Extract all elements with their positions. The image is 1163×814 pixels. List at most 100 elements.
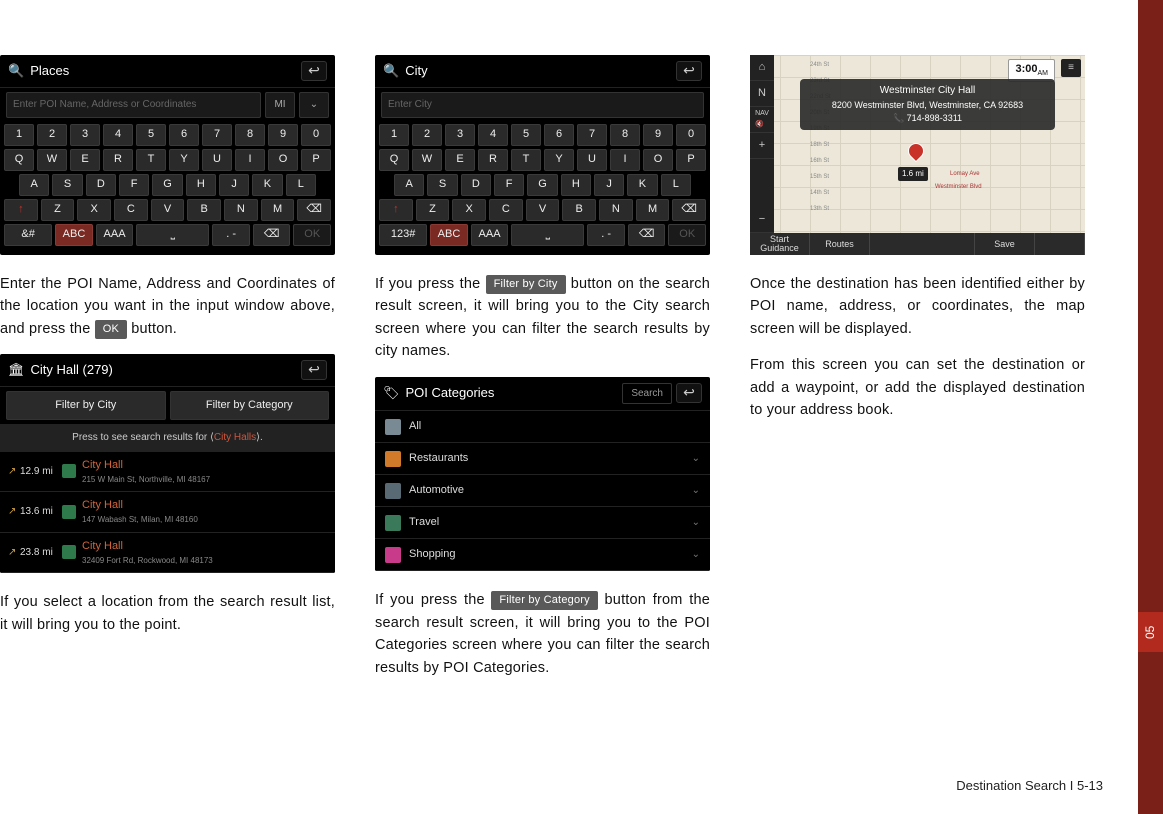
category-row: Automotive ⌄ [375, 475, 710, 507]
cats-title: POI Categories [406, 383, 623, 403]
chevron-down-icon: ⌄ [692, 547, 700, 563]
keyboard-key: R [103, 149, 133, 171]
poi-pin-icon [62, 464, 76, 478]
back-icon: ↩ [676, 383, 702, 403]
keyboard-key: ABC [55, 224, 93, 246]
keyboard-key: 3 [445, 124, 475, 146]
keyboard-key: AAA [471, 224, 509, 246]
result-address: 32409 Fort Rd, Rockwood, MI 48173 [82, 555, 327, 567]
para-set-destination: From this screen you can set the destina… [750, 354, 1085, 421]
keyboard-key: I [610, 149, 640, 171]
keyboard-key: 4 [103, 124, 133, 146]
dropdown-icon: ⌄ [299, 92, 329, 118]
keyboard-key: ⎵ [511, 224, 584, 246]
keyboard-key: 0 [301, 124, 331, 146]
keyboard-key: T [136, 149, 166, 171]
para-map-displayed: Once the destination has been identified… [750, 273, 1085, 340]
search-result-row: ↗ 12.9 mi City Hall 215 W Main St, North… [0, 452, 335, 492]
keyboard-key: H [561, 174, 591, 196]
zoom-in-icon: + [750, 133, 774, 159]
category-row: Travel ⌄ [375, 507, 710, 539]
filter-by-category-inline: Filter by Category [491, 591, 597, 610]
keyboard-key: B [562, 199, 596, 221]
search-icon: 🔍 [383, 61, 399, 81]
keyboard-key: O [268, 149, 298, 171]
keyboard-key: 1 [379, 124, 409, 146]
keyboard-key: 9 [268, 124, 298, 146]
street-label: 15th St [810, 173, 829, 182]
keyboard-key: X [452, 199, 486, 221]
units-selector: MI [265, 92, 295, 118]
keyboard-key: O [643, 149, 673, 171]
keyboard-key: . - [212, 224, 250, 246]
result-address: 215 W Main St, Northville, MI 48167 [82, 474, 327, 486]
save-button: Save [975, 233, 1035, 255]
map-destination-popup: Westminster City Hall 8200 Westminster B… [800, 79, 1055, 130]
category-row: Restaurants ⌄ [375, 443, 710, 475]
keyboard-key: U [202, 149, 232, 171]
keyboard-key: G [152, 174, 182, 196]
poi-pin-icon [62, 545, 76, 559]
map-screenshot: 24th St23rd St22nd St20th St19th St18th … [750, 55, 1085, 255]
chevron-down-icon: ⌄ [692, 451, 700, 467]
keyboard-key: 4 [478, 124, 508, 146]
direction-icon: ↗ [8, 464, 20, 480]
chevron-down-icon: ⌄ [692, 483, 700, 499]
keyboard-key: L [286, 174, 316, 196]
keyboard-key: E [445, 149, 475, 171]
keyboard-key: &# [4, 224, 52, 246]
keyboard-key: H [186, 174, 216, 196]
map-sidebar: ⌂ N NAV🔇 + − [750, 55, 774, 233]
page-footer: Destination Search I 5-13 [956, 776, 1103, 796]
keyboard-key: W [412, 149, 442, 171]
para-filter-by-city: If you press the Filter by City button o… [375, 273, 710, 363]
keyboard-key: X [77, 199, 111, 221]
keyboard-key: 5 [136, 124, 166, 146]
result-distance: 13.6 mi [20, 504, 62, 520]
keyboard-key: K [252, 174, 282, 196]
keyboard-key: V [151, 199, 185, 221]
poi-pin-icon [62, 505, 76, 519]
category-row: Shopping ⌄ [375, 539, 710, 571]
keyboard-key: V [526, 199, 560, 221]
keyboard-key: R [478, 149, 508, 171]
city-title: City [405, 61, 676, 81]
places-input: Enter POI Name, Address or Coordinates [6, 92, 261, 118]
keyboard-key: AAA [96, 224, 134, 246]
category-icon [385, 483, 401, 499]
direction-icon: ↗ [8, 504, 20, 520]
keyboard-key: M [261, 199, 295, 221]
para-filter-by-category: If you press the Filter by Category butt… [375, 589, 710, 679]
direction-icon: ↗ [8, 545, 20, 561]
nav-icon: NAV🔇 [750, 107, 774, 133]
keyboard-key: U [577, 149, 607, 171]
keyboard-key: 7 [577, 124, 607, 146]
search-icon: 🔍 [8, 61, 24, 81]
result-distance: 12.9 mi [20, 464, 62, 480]
keyboard-key: ↑ [4, 199, 38, 221]
keyboard-key: C [114, 199, 148, 221]
back-icon: ↩ [301, 360, 327, 380]
map-bottom-bar: Start Guidance Routes Save [750, 233, 1085, 255]
city-input: Enter City [381, 92, 704, 118]
result-name: City Hall [82, 457, 327, 474]
keyboard-key: ⌫ [253, 224, 291, 246]
keyboard-key: Y [169, 149, 199, 171]
north-icon: N [750, 81, 774, 107]
list-icon: 🏛 [8, 360, 25, 380]
list-icon: 🏷 [383, 383, 400, 403]
ok-button-inline: OK [95, 320, 127, 339]
keyboard-key: M [636, 199, 670, 221]
chevron-down-icon: ⌄ [692, 515, 700, 531]
keyboard-key: 123# [379, 224, 427, 246]
keyboard-key: Z [416, 199, 450, 221]
keyboard-key: T [511, 149, 541, 171]
keyboard-key: G [527, 174, 557, 196]
keyboard-key: Y [544, 149, 574, 171]
category-icon [385, 419, 401, 435]
category-label: Shopping [409, 546, 456, 563]
keyboard-key: Z [41, 199, 75, 221]
street-label: 13th St [810, 205, 829, 214]
para-select-location: If you select a location from the search… [0, 591, 335, 636]
search-pill: Search [622, 383, 672, 405]
